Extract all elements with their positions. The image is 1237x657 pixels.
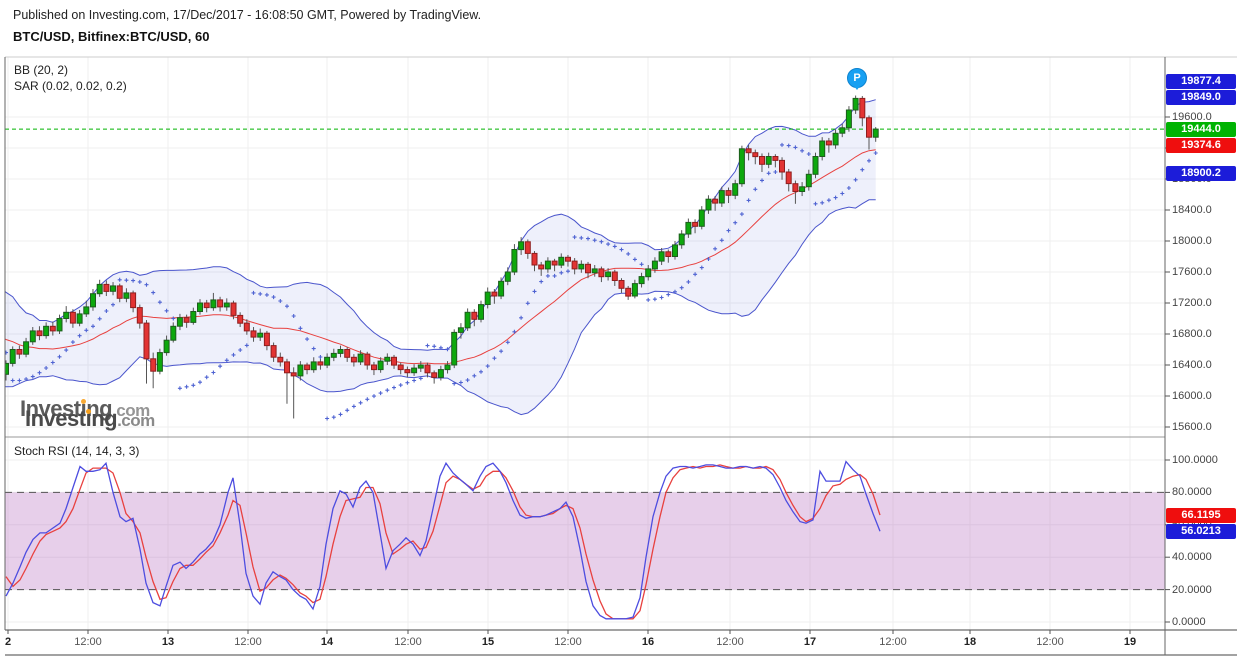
- watermark-orange-dot: [86, 409, 91, 414]
- price-tag: 19444.0: [1166, 122, 1236, 137]
- time-axis-label: 12:00: [74, 636, 102, 648]
- price-chart-canvas[interactable]: [0, 0, 1237, 657]
- time-axis-label: 12:00: [234, 636, 262, 648]
- stoch-rsi-study-label: Stoch RSI (14, 14, 3, 3): [14, 444, 140, 458]
- time-axis-label: 2: [4, 636, 12, 648]
- investing-watermark: Investing .com: [25, 406, 155, 431]
- stoch-tag: 66.1195: [1166, 507, 1236, 523]
- chart-page: Published on Investing.com, 17/Dec/2017 …: [0, 0, 1237, 657]
- stoch-axis-label: 100.0000: [1172, 454, 1218, 466]
- price-axis-label: 15600.0: [1172, 421, 1212, 433]
- p-marker-badge[interactable]: P: [847, 68, 867, 90]
- price-tag: 18900.2: [1166, 165, 1236, 181]
- price-tag: 19849.0: [1166, 90, 1236, 105]
- stoch-axis-label: 40.0000: [1172, 551, 1212, 564]
- price-tag: 19877.4: [1166, 74, 1236, 89]
- price-axis-label: 16800.0: [1172, 328, 1212, 340]
- sar-study-label: SAR (0.02, 0.02, 0.2): [14, 79, 127, 93]
- time-axis-label: 12:00: [716, 636, 744, 648]
- price-axis-label: 18000.0: [1172, 235, 1212, 247]
- price-axis-label: 16000.0: [1172, 390, 1212, 402]
- bb-study-label: BB (20, 2): [14, 63, 69, 77]
- price-axis-label: 16400.0: [1172, 359, 1212, 371]
- time-axis-label: 16: [641, 636, 655, 648]
- stoch-axis-label: 0.0000: [1172, 616, 1206, 628]
- price-tag: 19374.6: [1166, 138, 1236, 153]
- symbol-title: BTC/USD, Bitfinex:BTC/USD, 60: [13, 29, 210, 44]
- stoch-axis-label: 20.0000: [1172, 583, 1212, 596]
- published-header: Published on Investing.com, 17/Dec/2017 …: [13, 8, 482, 22]
- price-axis-label: 17600.0: [1172, 266, 1212, 278]
- stoch-tag: 56.0213: [1166, 523, 1236, 539]
- time-axis-label: 12:00: [879, 636, 907, 648]
- price-axis-label: 18400.0: [1172, 204, 1212, 216]
- time-axis-label: 15: [481, 636, 495, 648]
- time-axis-label: 19: [1123, 636, 1137, 648]
- time-axis-label: 12:00: [394, 636, 422, 648]
- time-axis-label: 12:00: [554, 636, 582, 648]
- time-axis-label: 13: [161, 636, 175, 648]
- watermark-orange-dot: [81, 399, 86, 404]
- time-axis-label: 12:00: [1036, 636, 1064, 648]
- time-axis-label: 18: [963, 636, 977, 648]
- time-axis-label: 17: [803, 636, 817, 648]
- price-axis-label: 17200.0: [1172, 297, 1212, 309]
- stoch-axis-label: 80.0000: [1172, 486, 1212, 499]
- time-axis-label: 14: [320, 636, 334, 648]
